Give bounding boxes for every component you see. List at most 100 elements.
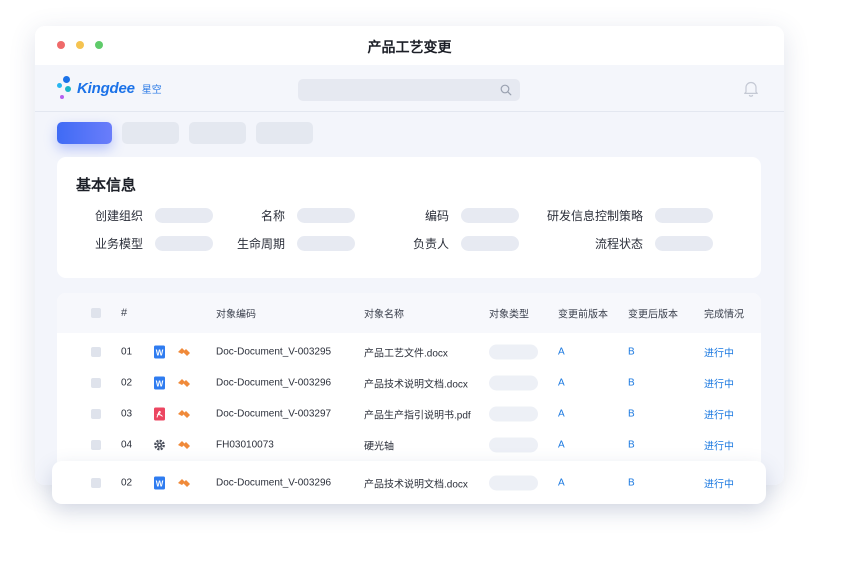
bell-icon[interactable] bbox=[743, 80, 759, 97]
rd-policy-value-field[interactable] bbox=[655, 208, 713, 223]
row-code: Doc-Document_V-003296 bbox=[216, 477, 332, 488]
link-icon[interactable] bbox=[177, 409, 191, 419]
row-checkbox[interactable] bbox=[91, 377, 101, 388]
tab-primary[interactable] bbox=[57, 122, 112, 144]
table-row[interactable]: 04 FH03010073 硬光轴 A B 进行中 bbox=[57, 429, 761, 460]
row-checkbox[interactable] bbox=[91, 346, 101, 357]
row-checkbox[interactable] bbox=[91, 439, 101, 450]
app-window: 产品工艺变更 Kingdee 星空 基本信息 创建组织 名称 编码 研发信息控制… bbox=[35, 26, 784, 485]
field-label: 创建组织 bbox=[94, 209, 143, 223]
svg-text:W: W bbox=[156, 379, 164, 388]
row-before-version[interactable]: A bbox=[558, 439, 565, 450]
row-index: 02 bbox=[121, 377, 133, 388]
field-name: 名称 bbox=[227, 207, 355, 224]
field-code: 编码 bbox=[391, 207, 519, 224]
brand-subtitle: 星空 bbox=[141, 84, 162, 96]
code-value-field[interactable] bbox=[461, 208, 519, 223]
col-code: 对象编码 bbox=[216, 309, 256, 321]
field-label: 研发信息控制策略 bbox=[546, 209, 643, 223]
row-name: 产品技术说明文档.docx bbox=[364, 379, 468, 390]
row-index: 03 bbox=[121, 408, 133, 419]
row-before-version[interactable]: A bbox=[558, 408, 565, 419]
row-name: 硬光轴 bbox=[364, 441, 394, 452]
row-code: Doc-Document_V-003297 bbox=[216, 408, 332, 419]
row-type-field bbox=[489, 475, 538, 490]
table-row[interactable]: 03 Doc-Document_V-003297 产品生产指引说明书.pdf A… bbox=[57, 398, 761, 429]
change-objects-table: # 对象编码 对象名称 对象类型 变更前版本 变更后版本 完成情况 01 W D… bbox=[57, 293, 761, 485]
row-before-version[interactable]: A bbox=[558, 346, 565, 357]
field-org: 创建组织 bbox=[85, 207, 213, 224]
row-code: Doc-Document_V-003296 bbox=[216, 377, 332, 388]
row-type-field bbox=[489, 437, 538, 452]
field-label: 生命周期 bbox=[236, 237, 285, 251]
business-model-value-field[interactable] bbox=[155, 236, 213, 251]
row-index: 01 bbox=[121, 346, 133, 357]
link-icon[interactable] bbox=[177, 378, 191, 388]
col-index: # bbox=[121, 307, 128, 319]
row-code: FH03010073 bbox=[216, 439, 274, 450]
basic-info-card: 基本信息 创建组织 名称 编码 研发信息控制策略 业务模型 生命周期 负责人 流… bbox=[57, 157, 761, 278]
row-after-version[interactable]: B bbox=[628, 477, 635, 488]
link-icon[interactable] bbox=[177, 347, 191, 357]
link-icon[interactable] bbox=[177, 440, 191, 450]
tab-4[interactable] bbox=[256, 122, 313, 144]
row-after-version[interactable]: B bbox=[628, 377, 635, 388]
row-checkbox[interactable] bbox=[91, 408, 101, 419]
row-checkbox[interactable] bbox=[91, 477, 101, 488]
col-type: 对象类型 bbox=[489, 309, 529, 321]
table-row[interactable]: 02 W Doc-Document_V-003296 产品技术说明文档.docx… bbox=[57, 367, 761, 398]
row-before-version[interactable]: A bbox=[558, 477, 565, 488]
field-owner: 负责人 bbox=[391, 235, 519, 252]
row-name: 产品技术说明文档.docx bbox=[364, 479, 468, 490]
process-status-value-field[interactable] bbox=[655, 236, 713, 251]
basic-info-title: 基本信息 bbox=[76, 177, 137, 194]
row-before-version[interactable]: A bbox=[558, 377, 565, 388]
name-value-field[interactable] bbox=[297, 208, 355, 223]
word-doc-icon: W bbox=[154, 345, 165, 358]
col-after-version: 变更后版本 bbox=[628, 309, 678, 321]
row-status[interactable]: 进行中 bbox=[704, 406, 734, 421]
row-after-version[interactable]: B bbox=[628, 408, 635, 419]
row-after-version[interactable]: B bbox=[628, 439, 635, 450]
tab-3[interactable] bbox=[189, 122, 246, 144]
row-code: Doc-Document_V-003295 bbox=[216, 346, 332, 357]
row-status[interactable]: 进行中 bbox=[704, 344, 734, 359]
brand-name: Kingdee bbox=[77, 79, 135, 97]
gear-icon bbox=[154, 439, 165, 450]
row-type-field bbox=[489, 406, 538, 421]
row-type-field bbox=[489, 375, 538, 390]
svg-text:W: W bbox=[156, 348, 164, 357]
col-before-version: 变更前版本 bbox=[558, 309, 608, 321]
field-rd-policy: 研发信息控制策略 bbox=[527, 207, 713, 224]
table-row[interactable]: 01 W Doc-Document_V-003295 产品工艺文件.docx A… bbox=[57, 336, 761, 367]
floating-table-row[interactable]: 02 W Doc-Document_V-003296 产品技术说明文档.docx… bbox=[52, 461, 766, 504]
row-status[interactable]: 进行中 bbox=[704, 475, 734, 490]
row-after-version[interactable]: B bbox=[628, 346, 635, 357]
kingdee-logo-mark-icon bbox=[56, 75, 74, 101]
select-all-checkbox[interactable] bbox=[91, 308, 101, 318]
field-lifecycle: 生命周期 bbox=[227, 235, 355, 252]
pdf-doc-icon bbox=[154, 407, 165, 420]
col-status: 完成情况 bbox=[704, 309, 744, 321]
word-doc-icon: W bbox=[154, 376, 165, 389]
row-index: 04 bbox=[121, 439, 133, 450]
org-value-field[interactable] bbox=[155, 208, 213, 223]
field-label: 流程状态 bbox=[594, 237, 643, 251]
field-business-model: 业务模型 bbox=[85, 235, 213, 252]
kingdee-logo[interactable]: Kingdee 星空 bbox=[56, 75, 162, 101]
table-header: # 对象编码 对象名称 对象类型 变更前版本 变更后版本 完成情况 bbox=[57, 293, 761, 333]
link-icon[interactable] bbox=[177, 478, 191, 488]
field-process-status: 流程状态 bbox=[527, 235, 713, 252]
search-icon[interactable] bbox=[500, 84, 512, 96]
field-label: 负责人 bbox=[412, 237, 449, 251]
row-status[interactable]: 进行中 bbox=[704, 375, 734, 390]
window-title: 产品工艺变更 bbox=[367, 39, 452, 55]
search-input[interactable] bbox=[298, 79, 520, 101]
field-label: 编码 bbox=[424, 209, 449, 223]
owner-value-field[interactable] bbox=[461, 236, 519, 251]
app-content: Kingdee 星空 基本信息 创建组织 名称 编码 研发信息控制策略 业务模型… bbox=[35, 65, 784, 485]
row-status[interactable]: 进行中 bbox=[704, 437, 734, 452]
lifecycle-value-field[interactable] bbox=[297, 236, 355, 251]
tab-2[interactable] bbox=[122, 122, 179, 144]
row-name: 产品工艺文件.docx bbox=[364, 348, 448, 359]
